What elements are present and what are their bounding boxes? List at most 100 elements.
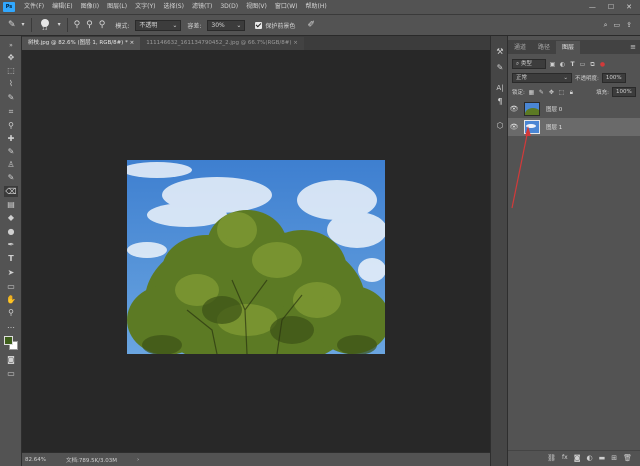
gradient-tool-icon[interactable]: ▤ [4,199,18,210]
filter-shape-icon[interactable]: ▭ [579,61,586,68]
filter-adjustment-icon[interactable]: ◐ [559,61,566,68]
close-icon[interactable]: ✕ [626,3,632,11]
rectangle-tool-icon[interactable]: ▭ [4,281,18,292]
blend-mode-select[interactable]: 正常 ⌄ [512,73,572,83]
protect-foreground-checkbox[interactable]: 保护前景色 [255,21,295,30]
eyedropper-tool-icon[interactable]: ⚲ [4,120,18,131]
menu-help[interactable]: 帮助(H) [302,0,331,14]
lasso-tool-icon[interactable]: ⌇ [4,78,18,89]
layer-row[interactable]: 👁︎ 图层 0 [508,100,640,118]
layer-name[interactable]: 图层 0 [546,105,562,113]
blur-tool-icon[interactable]: ◆ [4,212,18,223]
more-tools-icon[interactable]: … [4,320,18,331]
pressure-size-icon[interactable]: ✐ [307,20,315,30]
menu-file[interactable]: 文件(F) [20,0,48,14]
maximize-icon[interactable]: ☐ [608,3,614,11]
lock-position-icon[interactable]: ✥ [548,89,555,96]
lock-all-icon[interactable]: 🔒︎ [568,89,575,96]
menu-view[interactable]: 视图(V) [242,0,271,14]
lock-artboard-icon[interactable]: ⬚ [558,89,565,96]
paragraph-panel-icon[interactable]: ¶ [494,96,506,108]
history-brush-tool-icon[interactable]: ✎ [4,172,18,183]
hand-tool-icon[interactable]: ✋ [4,294,18,305]
sampling-continuous-icon[interactable]: ⚲ [74,20,81,30]
close-icon[interactable]: × [130,40,135,46]
close-icon[interactable]: × [293,40,298,46]
clone-stamp-tool-icon[interactable]: ♙ [4,159,18,170]
quick-select-tool-icon[interactable]: ✎ [4,92,18,103]
dodge-tool-icon[interactable]: ● [4,226,18,237]
layer-style-icon[interactable]: fx [562,454,568,461]
limits-select[interactable]: 不透明 ⌄ [135,19,182,31]
layer-name[interactable]: 图层 1 [546,123,562,131]
link-layers-icon[interactable]: ⛓ [547,454,556,462]
collapse-toolbar-icon[interactable]: » [4,40,18,51]
filter-pixel-icon[interactable]: ▣ [549,61,556,68]
lock-transparent-icon[interactable]: ▦ [528,89,535,96]
history-panel-icon[interactable]: ⚒ [494,46,506,58]
menu-select[interactable]: 选择(S) [159,0,188,14]
filter-toggle-icon[interactable]: ● [599,61,606,68]
move-tool-icon[interactable]: ✥ [4,52,18,63]
sampling-swatch-icon[interactable]: ⚲ [99,20,106,30]
search-icon[interactable]: ⌕ [604,21,608,29]
delete-layer-icon[interactable]: 🗑︎ [623,454,632,462]
tab-inactive-document[interactable]: 111146632_161134790452_2.jpg @ 66.7%(RGB… [140,37,304,50]
menu-window[interactable]: 窗口(W) [271,0,302,14]
menu-layer[interactable]: 图层(L) [103,0,131,14]
new-layer-icon[interactable]: ⊞ [611,454,617,462]
screen-mode-icon[interactable]: ▭ [4,368,18,379]
lock-pixels-icon[interactable]: ✎ [538,89,545,96]
minimize-icon[interactable]: — [589,3,596,11]
pen-tool-icon[interactable]: ✒ [4,239,18,250]
character-panel-icon[interactable]: A| [494,82,506,94]
tab-active-document[interactable]: 树枝.jpg @ 82.6% (图层 1, RGB/8#) * × [22,37,141,50]
visibility-eye-icon[interactable]: 👁︎ [508,105,520,113]
new-group-icon[interactable]: ▬ [599,454,606,462]
layer-row-selected[interactable]: 👁︎ 图层 1 [508,118,640,136]
menu-type[interactable]: 文字(Y) [131,0,159,14]
tolerance-input[interactable]: 30% ⌄ [207,19,246,31]
document-size: 文档:789.5K/3.03M [65,457,118,464]
filter-type-icon[interactable]: T [569,61,576,68]
panel-menu-icon[interactable]: ≡ [630,41,640,54]
brush-settings-panel-icon[interactable]: ✎ [494,62,506,74]
document-image[interactable] [127,160,385,354]
status-arrow-icon[interactable]: › [137,457,139,463]
brush-tool-icon[interactable]: ✎ [4,146,18,157]
zoom-tool-icon[interactable]: ⚲ [4,307,18,318]
path-select-tool-icon[interactable]: ➤ [4,267,18,278]
type-tool-icon[interactable]: T [4,253,18,264]
tool-preset-arrow-icon[interactable]: ▾ [22,22,25,28]
eraser-tool-icon[interactable]: ⌫ [4,186,18,197]
3d-panel-icon[interactable]: ⬡ [494,120,506,132]
adjustment-layer-icon[interactable]: ◐ [587,454,593,462]
crop-tool-icon[interactable]: ⌗ [4,106,18,117]
share-icon[interactable]: ⇪ [626,21,632,29]
opacity-input[interactable]: 100% [601,73,626,83]
visibility-eye-icon[interactable]: 👁︎ [508,123,520,131]
menu-image[interactable]: 图像(I) [77,0,103,14]
fill-input[interactable]: 100% [612,87,636,97]
brush-size-picker[interactable]: 13 [38,18,52,32]
tab-paths[interactable]: 路径 [532,41,556,54]
sampling-once-icon[interactable]: ⚲ [86,20,93,30]
filter-kind-select[interactable]: ⌕ 类型 [512,59,546,69]
marquee-tool-icon[interactable]: ⬚ [4,65,18,76]
background-eraser-tool-icon[interactable]: ✎ [8,20,16,30]
quick-mask-icon[interactable]: ◙ [4,354,18,365]
tab-layers[interactable]: 图层 [556,41,581,54]
filter-smart-object-icon[interactable]: ⧉ [589,61,596,68]
zoom-level[interactable]: 82.64% [25,457,46,463]
foreground-color-swatch[interactable] [4,336,13,345]
brush-tip-icon [40,18,49,27]
menu-edit[interactable]: 编辑(E) [48,0,76,14]
brush-dropdown-icon[interactable]: ▾ [58,22,61,28]
tools-panel: » ✥ ⬚ ⌇ ✎ ⌗ ⚲ ✚ ✎ ♙ ✎ ⌫ ▤ ◆ ● ✒ T ➤ ▭ ✋ … [0,36,22,466]
healing-brush-tool-icon[interactable]: ✚ [4,133,18,144]
layer-mask-icon[interactable]: ◙ [574,454,581,462]
workspace-icon[interactable]: ▭ [614,21,621,29]
menu-filter[interactable]: 滤镜(T) [188,0,216,14]
tab-channels[interactable]: 通道 [508,41,532,54]
menu-3d[interactable]: 3D(D) [216,0,242,14]
